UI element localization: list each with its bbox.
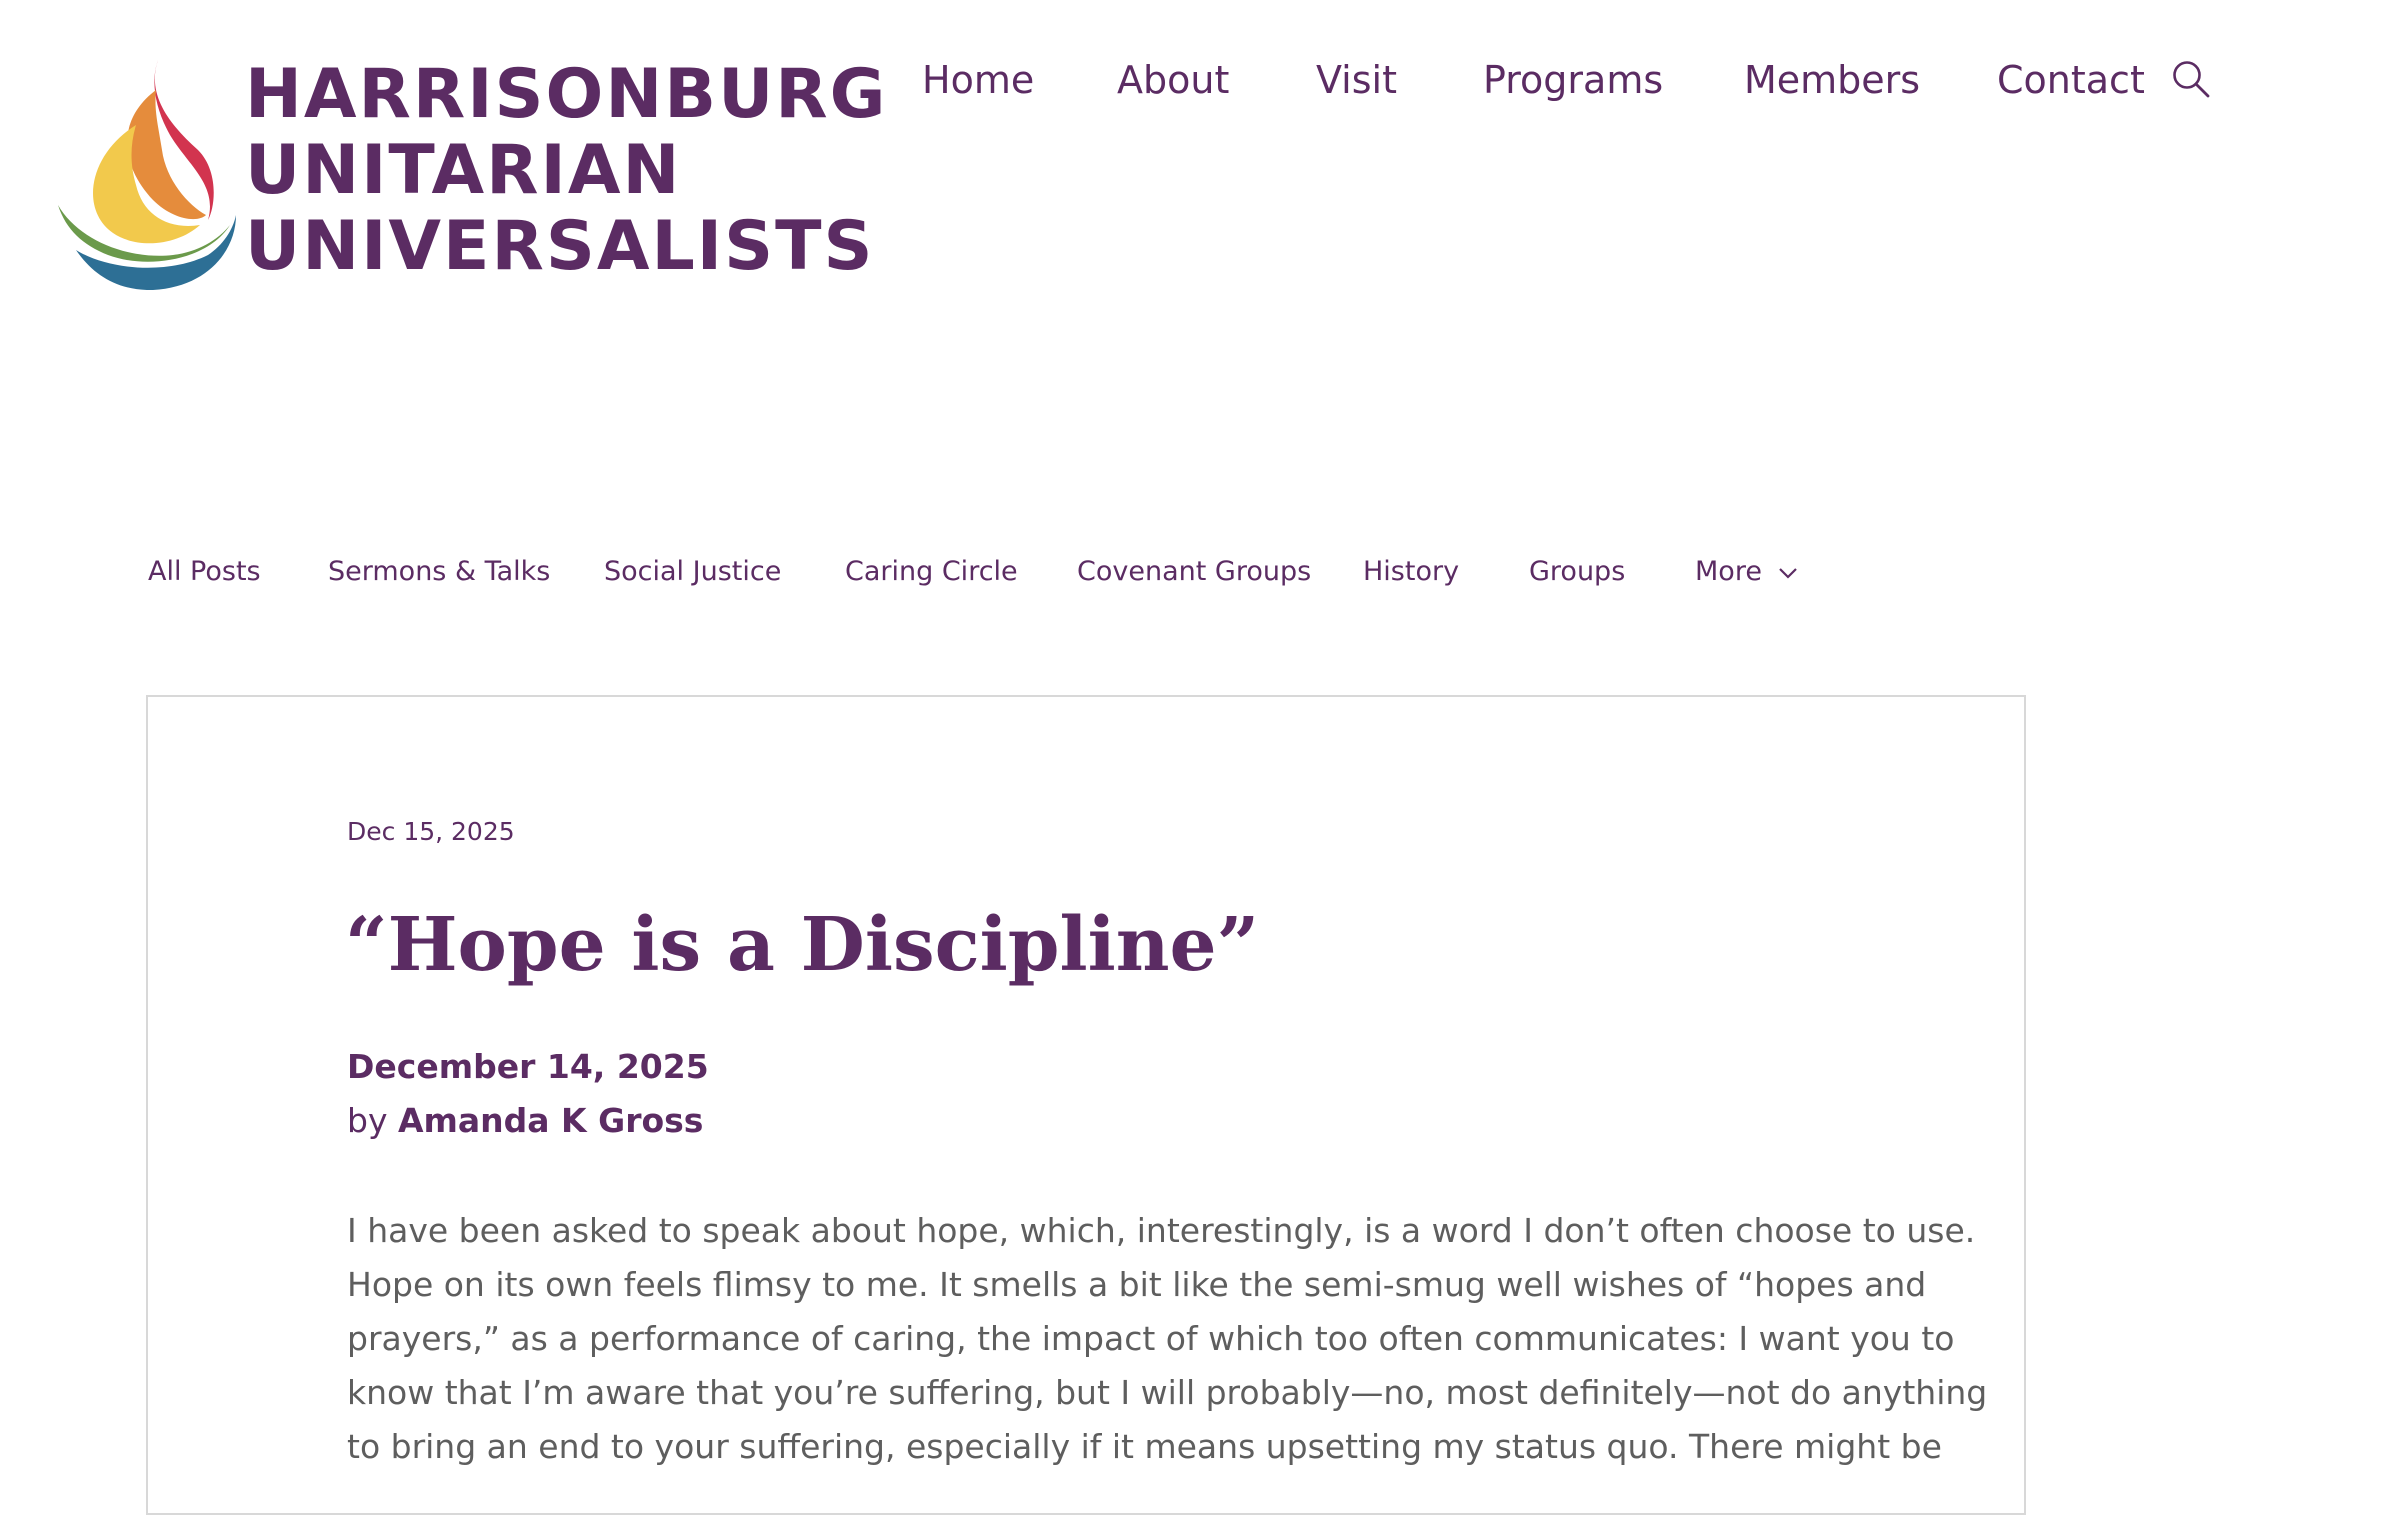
body-line: I have been asked to speak about hope, w…: [347, 1211, 1976, 1250]
chalice-flame-logo-icon: [58, 60, 236, 290]
post-publish-date: Dec 15, 2025: [347, 817, 515, 846]
category-more-label: More: [1695, 556, 1762, 587]
byline-prefix: by: [347, 1101, 388, 1140]
body-line: know that I’m aware that you’re sufferin…: [347, 1373, 1988, 1412]
category-sermons-talks[interactable]: Sermons & Talks: [328, 550, 550, 594]
nav-about[interactable]: About: [1117, 50, 1229, 110]
sermon-date: December 14, 2025: [347, 1047, 709, 1086]
logo-line-2: UNITARIAN: [245, 131, 682, 210]
category-history[interactable]: History: [1363, 550, 1459, 594]
category-caring-circle[interactable]: Caring Circle: [845, 550, 1018, 594]
blog-post-card: Dec 15, 2025 “Hope is a Discipline” Dece…: [146, 695, 2026, 1515]
search-icon: [2173, 61, 2210, 98]
site-logo[interactable]: HARRISONBURG UNITARIAN UNIVERSALISTS: [58, 55, 885, 295]
nav-programs[interactable]: Programs: [1483, 50, 1663, 110]
category-groups[interactable]: Groups: [1529, 550, 1625, 594]
site-name: HARRISONBURG UNITARIAN UNIVERSALISTS: [245, 57, 887, 285]
chevron-down-icon: [1779, 567, 1797, 579]
body-line: Hope on its own feels flimsy to me. It s…: [347, 1265, 1927, 1304]
nav-home[interactable]: Home: [922, 50, 1034, 110]
category-covenant-groups[interactable]: Covenant Groups: [1077, 550, 1311, 594]
search-button[interactable]: [2170, 58, 2212, 100]
nav-contact[interactable]: Contact: [1997, 50, 2145, 110]
nav-visit[interactable]: Visit: [1316, 50, 1397, 110]
nav-members[interactable]: Members: [1744, 50, 1920, 110]
category-more-dropdown[interactable]: More: [1695, 550, 1798, 594]
body-line: to bring an end to your suffering, espec…: [347, 1427, 1942, 1466]
post-author[interactable]: Amanda K Gross: [398, 1101, 703, 1140]
category-all-posts[interactable]: All Posts: [148, 550, 261, 594]
body-line: prayers,” as a performance of caring, th…: [347, 1319, 1955, 1358]
category-social-justice[interactable]: Social Justice: [604, 550, 781, 594]
logo-line-1: HARRISONBURG: [245, 55, 888, 134]
logo-line-3: UNIVERSALISTS: [245, 207, 875, 286]
post-byline: by Amanda K Gross: [347, 1101, 703, 1140]
post-body: I have been asked to speak about hope, w…: [347, 1204, 1988, 1474]
post-title: “Hope is a Discipline”: [345, 902, 1260, 988]
